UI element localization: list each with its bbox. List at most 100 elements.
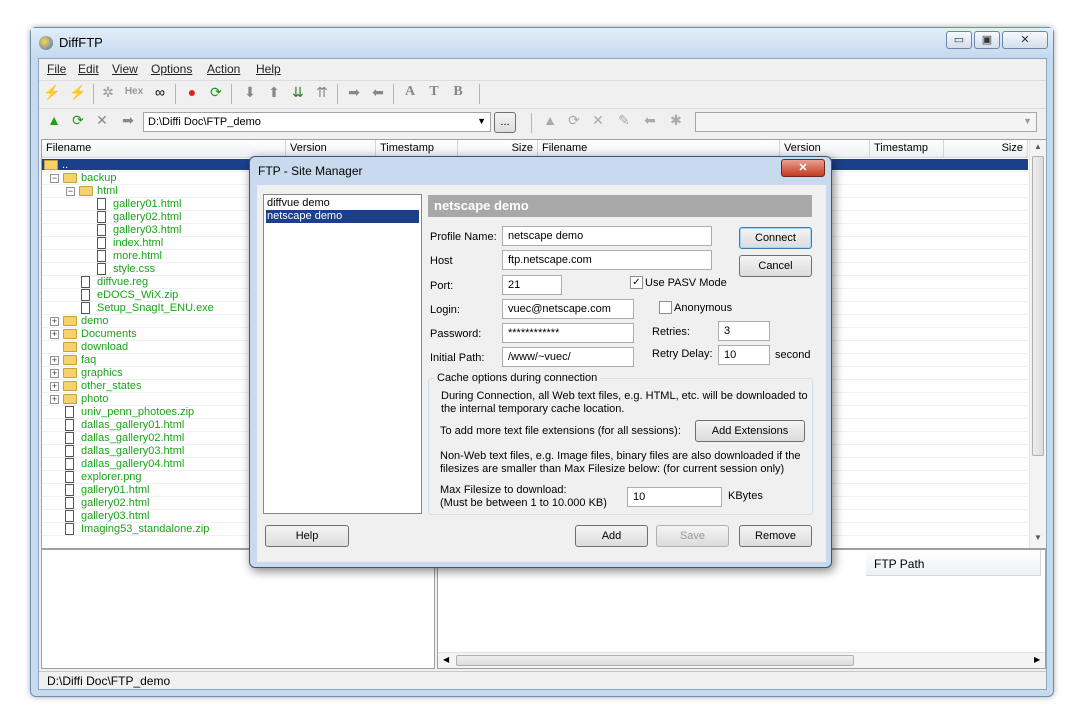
add-extensions-button[interactable]: Add Extensions [695, 420, 805, 442]
menu-file[interactable]: File [47, 62, 66, 76]
upload-icon-right[interactable]: ▲ [539, 109, 561, 131]
toolbar-separator [393, 84, 394, 104]
scroll-left-icon[interactable]: ◀ [443, 655, 449, 664]
retries-label: Retries: [652, 326, 690, 338]
scroll-up-icon[interactable]: ▲ [1034, 142, 1042, 151]
kbytes-label: KBytes [728, 490, 763, 502]
folder-icon [63, 329, 77, 339]
browse-button[interactable]: ... [494, 112, 516, 133]
expand-icon[interactable]: + [50, 369, 59, 378]
ftp-path-header[interactable]: FTP Path [866, 550, 1041, 576]
dialog-title: FTP - Site Manager [258, 164, 363, 178]
tree-item-label: style.css [113, 263, 156, 275]
settings-icon[interactable]: ✲ [97, 81, 119, 103]
profile-name-field[interactable]: netscape demo [502, 226, 712, 246]
profile-item-diffvue[interactable]: diffvue demo [266, 197, 419, 210]
refresh-icon[interactable]: ⟳ [205, 81, 227, 103]
menu-help[interactable]: Help [256, 62, 281, 76]
hex-button[interactable]: Hex [121, 81, 147, 103]
toolbar-separator [531, 113, 532, 133]
profile-list[interactable]: diffvue demo netscape demo [263, 194, 422, 514]
expand-icon[interactable]: + [50, 395, 59, 404]
cancel-button[interactable]: Cancel [739, 255, 812, 277]
login-field[interactable]: vuec@netscape.com [502, 299, 634, 319]
new-folder-icon[interactable]: ✱ [665, 109, 687, 131]
add-button[interactable]: Add [575, 525, 648, 547]
file-icon [97, 198, 106, 210]
cache-group-title: Cache options during connection [434, 372, 601, 384]
edit-icon[interactable]: ✎ [613, 109, 635, 131]
password-field[interactable]: ************ [502, 323, 634, 343]
tree-item-label: explorer.png [81, 471, 142, 483]
tree-item-label: other_states [81, 380, 142, 392]
tree-item-label: univ_penn_photoes.zip [81, 406, 195, 418]
a-button[interactable]: A [399, 81, 421, 103]
right-col-size[interactable]: Size [944, 140, 1028, 158]
stop-icon-right[interactable]: ✕ [587, 109, 609, 131]
up-arrow-icon[interactable]: ⬆ [263, 81, 285, 103]
prev-diff-icon[interactable]: ⇈ [311, 81, 333, 103]
host-field[interactable]: ftp.netscape.com [502, 250, 712, 270]
expand-icon[interactable]: + [50, 317, 59, 326]
close-button[interactable]: ✕ [1002, 31, 1048, 49]
minimize-button[interactable]: ▭ [946, 31, 972, 49]
collapse-icon[interactable]: − [66, 187, 75, 196]
max-filesize-field[interactable]: 10 [627, 487, 722, 507]
t-button[interactable]: T [423, 81, 445, 103]
pasv-checkbox[interactable]: ✓ [630, 276, 643, 289]
right-col-timestamp[interactable]: Timestamp [870, 140, 944, 158]
maximize-button[interactable]: ▣ [974, 31, 1000, 49]
profile-item-netscape[interactable]: netscape demo [266, 210, 419, 223]
menu-view[interactable]: View [112, 62, 138, 76]
right-path-combo[interactable]: ▼ [695, 112, 1037, 132]
copy-right-icon[interactable]: ➡ [343, 81, 365, 103]
folder-icon [63, 381, 77, 391]
b-button[interactable]: B [447, 81, 469, 103]
grid-vscrollbar[interactable]: ▲ ▼ [1029, 140, 1046, 548]
expand-icon[interactable]: + [50, 356, 59, 365]
connect-icon[interactable]: ⚡ [41, 81, 63, 103]
file-icon [65, 497, 74, 509]
expand-icon[interactable]: + [50, 330, 59, 339]
scroll-thumb[interactable] [1032, 156, 1044, 456]
color-compare-icon[interactable]: ● [181, 81, 203, 103]
port-field[interactable]: 21 [502, 275, 562, 295]
tree-item-label: Imaging53_standalone.zip [81, 523, 210, 535]
link-icon[interactable]: ∞ [149, 81, 171, 103]
retries-field[interactable]: 3 [718, 321, 770, 341]
profile-name-label: Profile Name: [430, 231, 497, 243]
copy-left-icon[interactable]: ⬅ [367, 81, 389, 103]
folder-icon [63, 316, 77, 326]
upload-icon[interactable]: ▲ [43, 109, 65, 131]
scroll-right-icon[interactable]: ▶ [1034, 655, 1040, 664]
stop-icon[interactable]: ✕ [91, 109, 113, 131]
left-path-combo[interactable]: D:\Diffi Doc\FTP_demo ▼ [143, 112, 491, 132]
connect-button[interactable]: Connect [739, 227, 812, 249]
go-icon[interactable]: ➡ [117, 109, 139, 131]
tree-item-label: dallas_gallery03.html [81, 445, 185, 457]
initial-path-field[interactable]: /www/~vuec/ [502, 347, 634, 367]
left-col-filename[interactable]: Filename [42, 140, 286, 158]
reload-icon-right[interactable]: ⟳ [563, 109, 585, 131]
reload-icon[interactable]: ⟳ [67, 109, 89, 131]
anonymous-checkbox[interactable] [659, 301, 672, 314]
remove-button[interactable]: Remove [739, 525, 812, 547]
lower-hscrollbar[interactable]: ◀ ▶ [438, 652, 1045, 668]
menu-action[interactable]: Action [207, 62, 240, 76]
dialog-close-button[interactable]: ✕ [781, 159, 825, 177]
expand-icon[interactable]: + [50, 382, 59, 391]
disconnect-icon[interactable]: ⚡ [67, 81, 89, 103]
tree-item-label: gallery01.html [81, 484, 150, 496]
profile-header: netscape demo [428, 195, 812, 217]
hscroll-thumb[interactable] [456, 655, 854, 666]
help-button[interactable]: Help [265, 525, 349, 547]
retry-delay-field[interactable]: 10 [718, 345, 770, 365]
collapse-icon[interactable]: − [50, 174, 59, 183]
down-arrow-icon[interactable]: ⬇ [239, 81, 261, 103]
scroll-down-icon[interactable]: ▼ [1034, 533, 1042, 542]
next-diff-icon[interactable]: ⇊ [287, 81, 309, 103]
back-icon[interactable]: ⬅ [639, 109, 661, 131]
save-button[interactable]: Save [656, 525, 729, 547]
menu-options[interactable]: Options [151, 62, 192, 76]
menu-edit[interactable]: Edit [78, 62, 99, 76]
